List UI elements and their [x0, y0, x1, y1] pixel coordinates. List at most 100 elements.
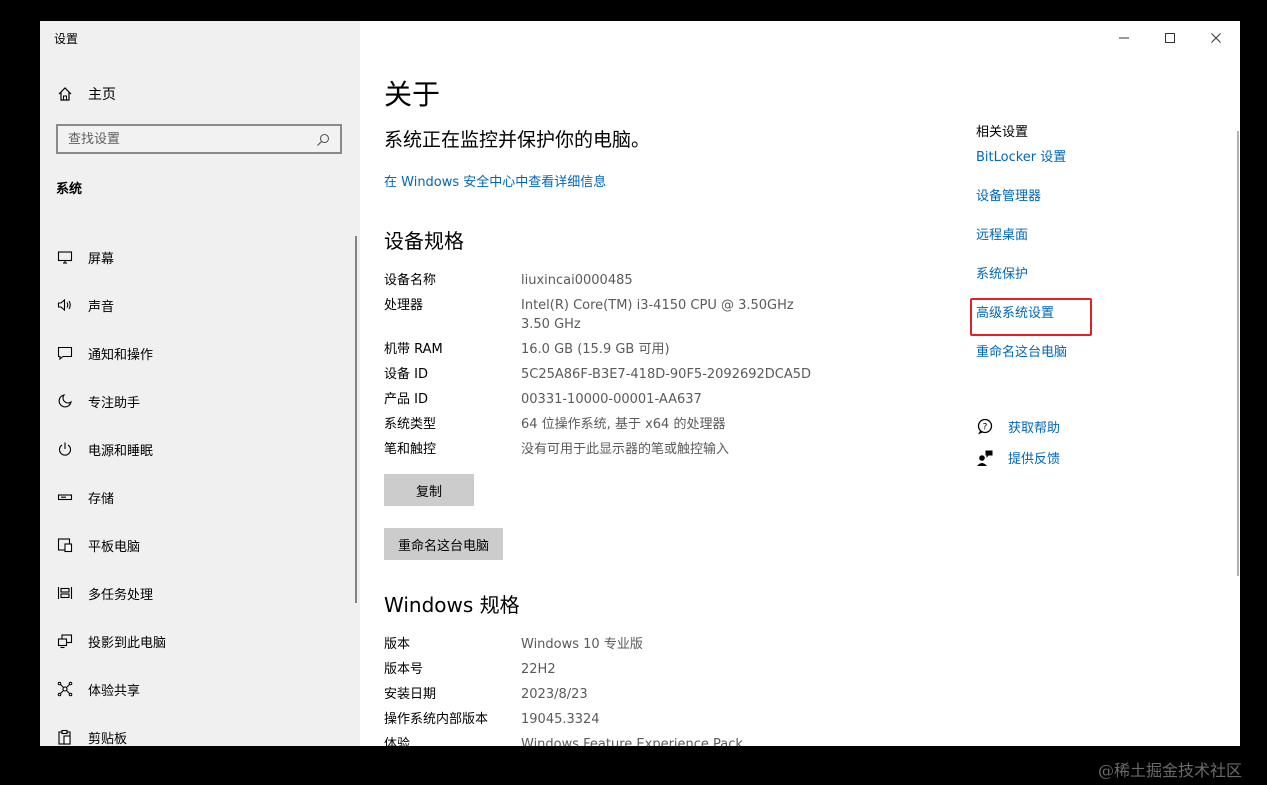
get-help-item[interactable]: ? 获取帮助: [976, 411, 1060, 442]
spec-row: 笔和触控 没有可用于此显示器的笔或触控输入: [384, 440, 844, 465]
security-center-link[interactable]: 在 Windows 安全中心中查看详细信息: [384, 171, 606, 190]
spec-key: 设备 ID: [384, 367, 428, 382]
spec-value: Windows Feature Experience Pack: [521, 737, 743, 746]
get-help-link[interactable]: 获取帮助: [1008, 417, 1060, 436]
sidebar-item-sound[interactable]: 声音: [56, 281, 346, 329]
sidebar-item-storage[interactable]: 存储: [56, 473, 346, 521]
spec-row: 机带 RAM 16.0 GB (15.9 GB 可用): [384, 340, 844, 365]
minimize-button[interactable]: [1106, 29, 1142, 47]
content-scrollbar[interactable]: [1237, 131, 1239, 576]
sidebar-item-focus-assist[interactable]: 专注助手: [56, 377, 346, 425]
copy-button[interactable]: 复制: [384, 474, 474, 506]
spec-row: 处理器 Intel(R) Core(TM) i3-4150 CPU @ 3.50G…: [384, 296, 844, 340]
sidebar-item-label: 声音: [88, 299, 115, 315]
search-input[interactable]: [68, 131, 316, 147]
sidebar-item-label: 电源和睡眠: [88, 443, 154, 459]
spec-row: 系统类型 64 位操作系统, 基于 x64 的处理器: [384, 415, 844, 440]
security-status: 系统正在监控并保护你的电脑。: [384, 129, 651, 151]
sidebar-item-label: 存储: [88, 491, 115, 507]
sidebar-item-label: 平板电脑: [88, 539, 141, 555]
settings-window: 设置 主页 系统 屏幕 声音 通知和操作: [40, 21, 1240, 746]
spec-value: 5C25A86F-B3E7-418D-90F5-2092692DCA5D: [521, 367, 812, 382]
moon-icon: [56, 392, 74, 410]
nav-list: 屏幕 声音 通知和操作 专注助手 电源和睡眠 存储 平板电脑 多任务处理 投影到…: [56, 233, 346, 746]
sidebar-scrollbar[interactable]: [355, 236, 357, 603]
sidebar-item-display[interactable]: 屏幕: [56, 233, 346, 281]
sidebar-item-label: 通知和操作: [88, 347, 154, 363]
spec-key: 机带 RAM: [384, 342, 443, 357]
sidebar-item-label: 体验共享: [88, 683, 141, 699]
spec-key: 设备名称: [384, 273, 437, 288]
remote-desktop-link[interactable]: 远程桌面: [976, 226, 1176, 265]
highlight-box: [970, 298, 1092, 336]
spec-key: 体验: [384, 737, 411, 746]
spec-row: 版本号 22H2: [384, 660, 844, 685]
spec-value: 16.0 GB (15.9 GB 可用): [521, 342, 670, 357]
multitask-icon: [56, 584, 74, 602]
windows-spec-table: 版本 Windows 10 专业版 版本号 22H2 安装日期 2023/8/23 操…: [384, 635, 844, 746]
device-spec-table: 设备名称 liuxincai0000485 处理器 Intel(R) Core(TM…: [384, 271, 844, 465]
sidebar-item-label: 多任务处理: [88, 587, 154, 603]
rename-pc-button[interactable]: 重命名这台电脑: [384, 528, 504, 560]
spec-value: 22H2: [521, 662, 556, 677]
notification-icon: [56, 344, 74, 362]
spec-row: 产品 ID 00331-10000-00001-AA637: [384, 390, 844, 415]
sidebar-item-label: 屏幕: [88, 251, 115, 267]
spec-row: 体验 Windows Feature Experience Pack: [384, 735, 844, 746]
maximize-button[interactable]: [1152, 29, 1188, 47]
search-box[interactable]: [56, 124, 342, 154]
spec-value: 00331-10000-00001-AA637: [521, 392, 702, 407]
sidebar-item-tablet[interactable]: 平板电脑: [56, 521, 346, 569]
sidebar-item-multitasking[interactable]: 多任务处理: [56, 569, 346, 617]
project-icon: [56, 632, 74, 650]
tablet-icon: [56, 536, 74, 554]
svg-text:?: ?: [983, 422, 988, 432]
nav-home-label: 主页: [88, 87, 116, 103]
spec-value: 2023/8/23: [521, 687, 588, 702]
spec-row: 版本 Windows 10 专业版: [384, 635, 844, 660]
spec-value: liuxincai0000485: [521, 273, 633, 288]
search-icon[interactable]: [316, 132, 330, 146]
sidebar-item-project[interactable]: 投影到此电脑: [56, 617, 346, 665]
spec-row: 设备名称 liuxincai0000485: [384, 271, 844, 296]
device-spec-heading: 设备规格: [384, 229, 464, 253]
feedback-link[interactable]: 提供反馈: [1008, 448, 1060, 467]
speaker-icon: [56, 296, 74, 314]
page-title: 关于: [384, 78, 441, 111]
close-button[interactable]: [1198, 29, 1234, 47]
spec-key: 安装日期: [384, 687, 437, 702]
sidebar-item-label: 专注助手: [88, 395, 141, 411]
rename-pc-link[interactable]: 重命名这台电脑: [976, 343, 1176, 382]
spec-key: 版本号: [384, 662, 424, 677]
spec-row: 设备 ID 5C25A86F-B3E7-418D-90F5-2092692DCA5…: [384, 365, 844, 390]
help-chat-icon: ?: [976, 418, 994, 436]
spec-value: Intel(R) Core(TM) i3-4150 CPU @ 3.50GHz …: [521, 298, 794, 332]
storage-icon: [56, 488, 74, 506]
sidebar: 设置 主页 系统 屏幕 声音 通知和操作: [40, 21, 360, 746]
spec-row: 操作系统内部版本 19045.3324: [384, 710, 844, 735]
nav-home[interactable]: 主页: [56, 83, 116, 105]
feedback-icon: [976, 449, 994, 467]
power-icon: [56, 440, 74, 458]
spec-value: 19045.3324: [521, 712, 600, 727]
sidebar-item-label: 投影到此电脑: [88, 635, 167, 651]
sidebar-item-label: 剪贴板: [88, 731, 128, 747]
main-content: 关于 系统正在监控并保护你的电脑。 在 Windows 安全中心中查看详细信息 …: [360, 21, 1240, 746]
spec-row: 安装日期 2023/8/23: [384, 685, 844, 710]
clipboard-icon: [56, 728, 74, 746]
spec-value: 没有可用于此显示器的笔或触控输入: [521, 442, 730, 457]
bitlocker-settings-link[interactable]: BitLocker 设置: [976, 148, 1176, 187]
spec-key: 处理器: [384, 298, 424, 313]
sidebar-item-power[interactable]: 电源和睡眠: [56, 425, 346, 473]
home-icon: [56, 85, 74, 103]
sidebar-item-shared-experiences[interactable]: 体验共享: [56, 665, 346, 713]
device-manager-link[interactable]: 设备管理器: [976, 187, 1176, 226]
app-title: 设置: [54, 32, 79, 46]
maximize-icon: [1165, 33, 1175, 43]
spec-value: 64 位操作系统, 基于 x64 的处理器: [521, 417, 726, 432]
sidebar-item-notifications[interactable]: 通知和操作: [56, 329, 346, 377]
section-title: 系统: [56, 182, 83, 197]
sidebar-item-clipboard[interactable]: 剪贴板: [56, 713, 346, 746]
related-settings: 相关设置 BitLocker 设置 设备管理器 远程桌面 系统保护 高级系统设置…: [976, 121, 1176, 382]
feedback-item[interactable]: 提供反馈: [976, 442, 1060, 473]
